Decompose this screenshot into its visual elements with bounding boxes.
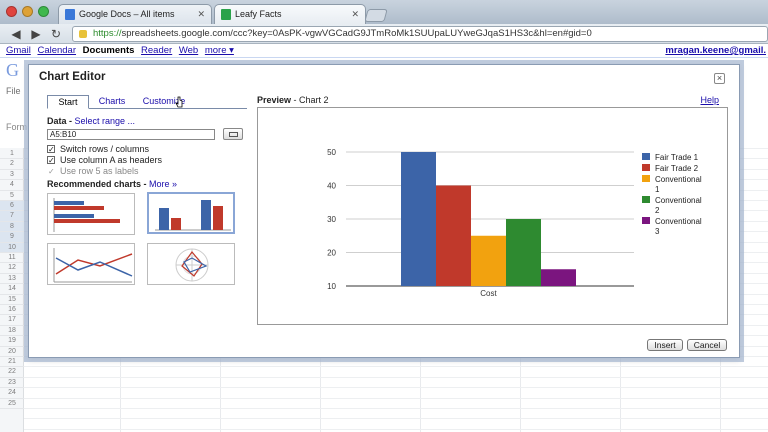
more-charts-link[interactable]: More » — [149, 179, 177, 189]
bar-4 — [506, 219, 541, 286]
legend-entry: 1 — [655, 185, 660, 194]
lock-icon — [79, 30, 87, 38]
checkbox-disabled-icon: ✓ — [47, 167, 55, 176]
legend-entry: 3 — [655, 227, 660, 236]
select-range-link[interactable]: Select range ... — [75, 116, 136, 126]
legend-entry: Conventional — [655, 175, 702, 184]
switch-rows-columns-checkbox[interactable]: ✓ Switch rows / columns — [47, 144, 247, 154]
gbar-link-web[interactable]: Web — [179, 45, 198, 56]
legend-swatch — [642, 153, 650, 160]
bar-1 — [401, 152, 436, 286]
y-tick-label: 50 — [327, 148, 336, 157]
x-category-label: Cost — [480, 289, 497, 298]
tab-start[interactable]: Start — [47, 95, 89, 109]
close-tab-icon[interactable]: ✕ — [351, 5, 359, 24]
legend-entry: Conventional — [655, 217, 702, 226]
browser-tab-label: Leafy Facts — [235, 9, 282, 19]
dialog-title: Chart Editor — [39, 71, 106, 83]
legend-entry: Fair Trade 2 — [655, 164, 699, 173]
close-tab-icon[interactable]: ✕ — [197, 5, 205, 24]
bar-5 — [541, 269, 576, 286]
forward-arrow-icon[interactable]: ▶ — [28, 26, 44, 42]
grid-icon — [229, 132, 238, 137]
legend-entry: Fair Trade 1 — [655, 153, 699, 162]
chart-editor-dialog: Chart Editor × Start Charts Customize Da… — [28, 64, 740, 358]
data-section-label: Data - Select range ... — [47, 116, 136, 126]
thumb-column-chart[interactable] — [147, 192, 235, 234]
gbar-link-reader[interactable]: Reader — [141, 45, 172, 56]
browser-toolbar: ◀ ▶ ↻ https://spreadsheets.google.com/cc… — [0, 24, 768, 44]
preview-chart-name: - Chart 2 — [293, 95, 329, 105]
user-account-link[interactable]: mragan.keene@gmail. — [665, 44, 766, 57]
close-window-icon[interactable] — [6, 6, 17, 17]
bar-2 — [436, 185, 471, 286]
checkbox-label: Switch rows / columns — [60, 144, 150, 154]
browser-tab-leafy-facts[interactable]: Leafy Facts ✕ — [214, 4, 366, 24]
recommended-label: Recommended charts — [47, 179, 142, 189]
mouse-pointer-icon — [175, 96, 183, 108]
gbar-link-more[interactable]: more ▾ — [205, 45, 234, 56]
legend-entry: 2 — [655, 206, 660, 215]
legend-swatch — [642, 217, 650, 224]
thumb-bar-chart[interactable] — [47, 193, 135, 235]
docs-favicon-icon — [65, 9, 75, 20]
y-tick-label: 10 — [327, 282, 336, 291]
chart-preview-svg: 10 20 30 40 50 Cost Fair Trade 1 Fair Trade 2 Co… — [327, 148, 702, 298]
help-link[interactable]: Help — [700, 95, 719, 105]
use-column-a-headers-checkbox[interactable]: ✓ Use column A as headers — [47, 155, 247, 165]
legend-entry: Conventional — [655, 196, 702, 205]
browser-tab-strip: Google Docs – All items ✕ Leafy Facts ✕ — [0, 0, 768, 24]
legend-swatch — [642, 164, 650, 171]
line-chart-icon — [53, 248, 133, 283]
thumb-line-chart[interactable] — [47, 243, 135, 285]
use-row-labels-checkbox: ✓ Use row 5 as labels — [47, 166, 247, 176]
browser-tab-google-docs[interactable]: Google Docs – All items ✕ — [58, 4, 212, 24]
browser-tab-label: Google Docs – All items — [79, 9, 175, 19]
back-arrow-icon[interactable]: ◀ — [8, 26, 24, 42]
checkbox-label: Use row 5 as labels — [60, 166, 139, 176]
radar-chart-icon — [175, 248, 209, 282]
column-chart-icon — [155, 200, 231, 231]
checkbox-checked-icon: ✓ — [47, 145, 55, 154]
checkbox-checked-icon: ✓ — [47, 156, 55, 165]
minimize-window-icon[interactable] — [22, 6, 33, 17]
recommended-charts-label: Recommended charts - More » — [47, 179, 178, 189]
url-text: spreadsheets.google.com/ccc?key=0AsPK-vg… — [121, 28, 592, 39]
chart-preview: 10 20 30 40 50 Cost Fair Trade 1 Fair Trade 2 Co… — [257, 107, 728, 325]
reload-icon[interactable]: ↻ — [48, 26, 64, 42]
preview-title: Preview — [257, 95, 292, 105]
address-bar[interactable]: https://spreadsheets.google.com/ccc?key=… — [72, 26, 768, 42]
bar-3 — [471, 235, 506, 286]
google-bar: Gmail Calendar Documents Reader Web more… — [0, 44, 768, 58]
spreadsheet-favicon-icon — [221, 9, 231, 20]
range-input[interactable] — [47, 129, 215, 140]
insert-button[interactable]: Insert — [647, 339, 683, 351]
y-tick-label: 40 — [327, 182, 336, 191]
cancel-button[interactable]: Cancel — [687, 339, 727, 351]
data-label: Data — [47, 116, 67, 126]
editor-tabs: Start Charts Customize — [47, 95, 247, 109]
tab-charts[interactable]: Charts — [93, 95, 131, 109]
y-tick-label: 20 — [327, 249, 336, 258]
range-picker-button[interactable] — [223, 128, 243, 140]
new-tab-button[interactable] — [364, 9, 388, 22]
legend-swatch — [642, 175, 650, 182]
zoom-window-icon[interactable] — [38, 6, 49, 17]
gbar-link-gmail[interactable]: Gmail — [6, 45, 31, 56]
close-icon[interactable]: × — [714, 73, 725, 84]
preview-label: Preview - Chart 2 — [257, 95, 329, 105]
y-tick-label: 30 — [327, 215, 336, 224]
legend-swatch — [642, 196, 650, 203]
gbar-link-calendar[interactable]: Calendar — [37, 45, 76, 56]
horizontal-bar-chart-icon — [53, 198, 120, 232]
thumb-radar-chart[interactable] — [147, 243, 235, 285]
checkbox-label: Use column A as headers — [60, 155, 163, 165]
url-scheme: https:// — [93, 28, 122, 39]
gbar-current-documents: Documents — [82, 45, 135, 56]
